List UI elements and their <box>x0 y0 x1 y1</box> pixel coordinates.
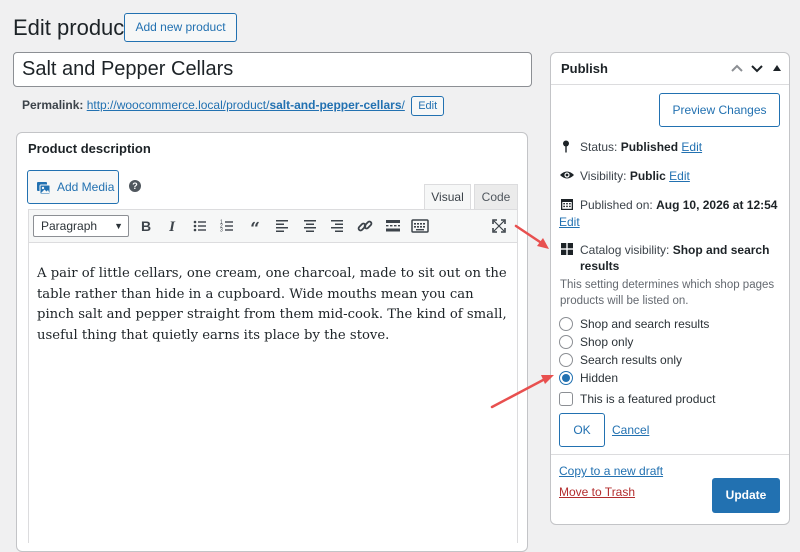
chevron-up-icon[interactable] <box>730 60 744 76</box>
permalink-label: Permalink: <box>22 98 84 113</box>
add-media-icon <box>37 182 51 195</box>
published-edit-link[interactable]: Edit <box>559 214 580 230</box>
toolbar-toggle-icon[interactable] <box>409 215 431 237</box>
publish-panel-title: Publish <box>561 61 608 76</box>
status-edit-link[interactable]: Edit <box>681 140 702 154</box>
pin-icon <box>563 140 569 153</box>
published-value: Aug 10, 2026 at 12:54 <box>656 198 778 212</box>
permalink-edit-button[interactable]: Edit <box>411 96 445 116</box>
eye-icon <box>560 171 574 179</box>
copy-to-draft-link[interactable]: Copy to a new draft <box>559 464 663 478</box>
add-new-product-button[interactable]: Add new product <box>124 13 237 42</box>
italic-icon[interactable]: I <box>161 215 183 237</box>
format-select-value: Paragraph <box>41 219 98 233</box>
divider <box>551 84 789 85</box>
radio-label: Shop only <box>580 335 634 349</box>
svg-text:B: B <box>141 218 151 234</box>
chevron-down-icon[interactable] <box>750 60 764 76</box>
catalog-visibility: Catalog visibility: Shop and search <box>580 242 785 258</box>
radio-button-checked[interactable] <box>559 371 573 385</box>
radio-label: Search results only <box>580 353 683 367</box>
permalink-link[interactable]: http://woocommerce.local/product/salt-an… <box>87 98 405 112</box>
read-more-icon[interactable] <box>382 215 404 237</box>
add-media-label: Add Media <box>57 180 115 194</box>
help-icon[interactable]: ? <box>129 180 141 192</box>
permalink-base: http://woocommerce.local/product/ <box>86 98 270 113</box>
numbered-list-icon[interactable]: 123 <box>216 215 238 237</box>
featured-label: This is a featured product <box>580 392 716 406</box>
add-media-button[interactable]: Add Media <box>27 170 119 204</box>
visibility-edit-link[interactable]: Edit <box>669 169 690 183</box>
tab-visual[interactable]: Visual <box>424 184 471 210</box>
product-description-text[interactable]: A pair of little cellars, one cream, one… <box>37 264 509 346</box>
catalog-visibility-value-cont: results <box>580 259 620 273</box>
catalog-visibility-label: Catalog visibility: <box>580 243 670 257</box>
align-center-icon[interactable] <box>299 215 321 237</box>
align-right-icon[interactable] <box>326 215 348 237</box>
product-title-input[interactable]: Salt and Pepper Cellars <box>13 52 532 87</box>
featured-checkbox[interactable] <box>559 392 573 406</box>
svg-text:3: 3 <box>220 228 223 234</box>
svg-text:I: I <box>168 219 176 235</box>
published-date: Published on: Aug 10, 2026 at 12:54 <box>580 197 785 213</box>
bold-icon[interactable]: B <box>135 215 157 237</box>
permalink: Permalink: http://woocommerce.local/prod… <box>22 96 445 116</box>
post-visibility: Visibility: Public Edit <box>580 168 690 184</box>
format-select[interactable]: Paragraph ▼ <box>33 215 129 237</box>
radio-button[interactable] <box>559 335 573 349</box>
bulleted-list-icon[interactable] <box>189 215 211 237</box>
fullscreen-icon[interactable] <box>488 215 510 237</box>
insert-link-icon[interactable] <box>354 215 376 237</box>
move-to-trash-link[interactable]: Move to Trash <box>559 485 635 499</box>
divider <box>551 454 789 455</box>
page-title: Edit product <box>13 15 131 40</box>
status-label: Status: <box>580 140 618 154</box>
preview-changes-button[interactable]: Preview Changes <box>659 93 780 127</box>
collapse-toggle-icon[interactable] <box>770 60 784 76</box>
published-label: Published on: <box>580 198 653 212</box>
radio-label: Shop and search results <box>580 317 710 331</box>
product-description-title: Product description <box>28 141 151 156</box>
permalink-slug: salt-and-pepper-cellars <box>269 98 402 113</box>
visibility-value: Public <box>629 169 666 183</box>
radio-button[interactable] <box>559 353 573 367</box>
status-value: Published <box>620 140 679 154</box>
blockquote-icon[interactable]: “ <box>244 215 266 237</box>
svg-text:“: “ <box>250 219 260 237</box>
radio-label: Hidden <box>580 371 619 385</box>
chevron-down-icon: ▼ <box>114 221 123 231</box>
align-left-icon[interactable] <box>271 215 293 237</box>
permalink-trailing: / <box>401 98 405 113</box>
calendar-icon <box>561 199 573 210</box>
post-status: Status: Published Edit <box>580 139 702 155</box>
grid-icon <box>561 243 573 255</box>
ok-button[interactable]: OK <box>559 413 605 447</box>
cancel-link[interactable]: Cancel <box>612 423 649 437</box>
radio-button[interactable] <box>559 317 573 331</box>
catalog-visibility-value: Shop and search <box>672 243 770 257</box>
tab-code[interactable]: Code <box>474 184 518 210</box>
catalog-visibility-help: This setting determines which shop pages… <box>560 279 775 307</box>
visibility-label: Visibility: <box>580 169 627 183</box>
update-button[interactable]: Update <box>712 478 780 513</box>
